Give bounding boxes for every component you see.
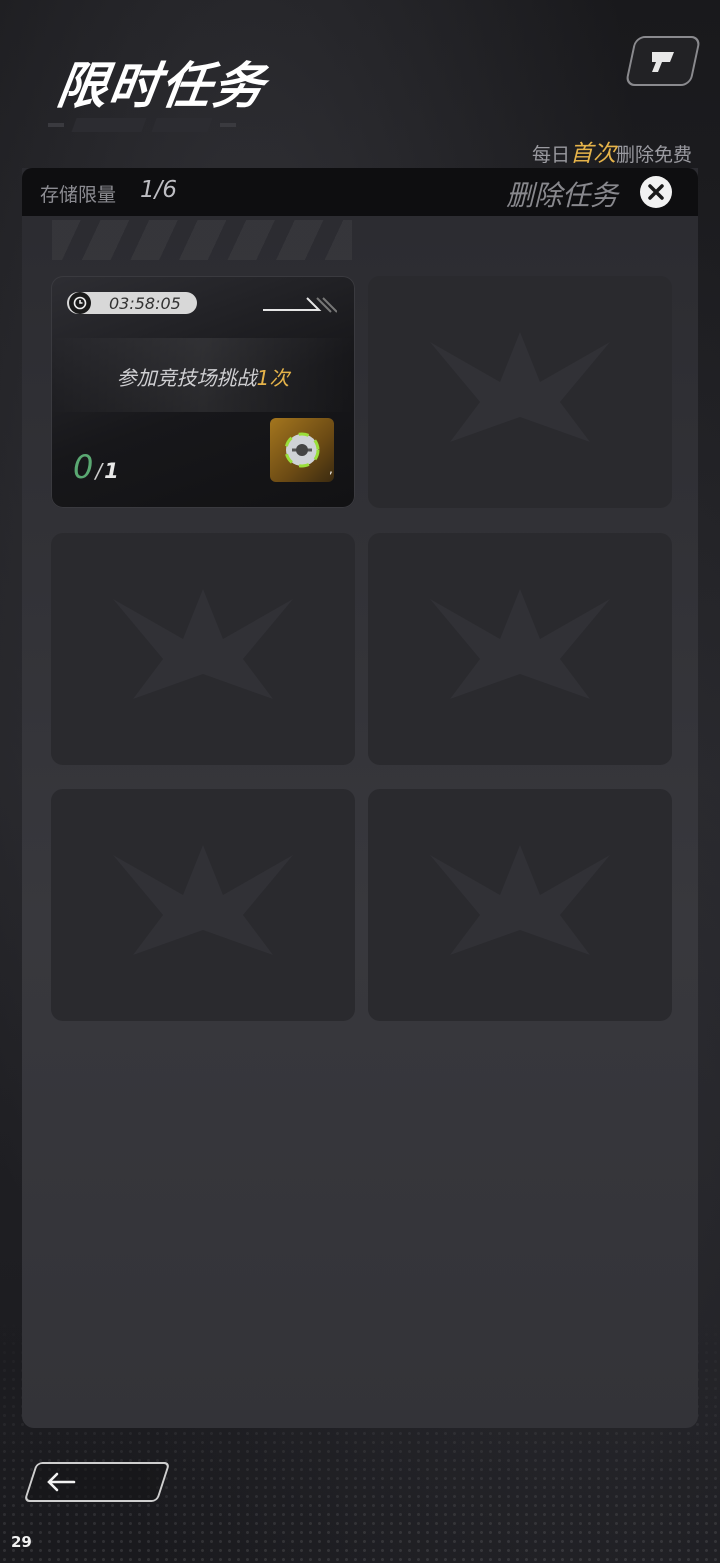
- timer-text: 03:58:05: [109, 293, 181, 313]
- task-card[interactable]: 03:58:05 参加竞技场挑战1次 0/1 ,: [51, 276, 355, 508]
- task-description-highlight: 1次: [256, 366, 290, 390]
- free-note-prefix: 每日: [531, 144, 570, 166]
- help-icon: [652, 52, 674, 72]
- free-note-suffix: 删除免费: [615, 144, 692, 166]
- reward-item[interactable]: [270, 418, 334, 482]
- storage-count: 1/6: [140, 177, 178, 203]
- emblem-watermark: [430, 845, 610, 955]
- panel-header: 存储限量 1/6 删除任务: [22, 168, 698, 216]
- empty-task-slot: [51, 533, 355, 765]
- empty-task-slot: [368, 789, 672, 1021]
- clock-icon: [69, 292, 91, 314]
- page-number: 29: [11, 1533, 32, 1551]
- emblem-watermark: [430, 332, 610, 442]
- timer-badge: 03:58:05: [67, 292, 197, 314]
- emblem-watermark: [113, 845, 293, 955]
- free-delete-note: 每日首次删除免费: [532, 134, 692, 168]
- panel-watermark: [52, 220, 352, 260]
- help-button[interactable]: [624, 36, 702, 86]
- task-progress: 0/1: [73, 448, 119, 486]
- delete-task-label[interactable]: 删除任务: [506, 174, 618, 214]
- page-title: 限时任务: [53, 57, 270, 115]
- back-button[interactable]: [23, 1462, 171, 1502]
- reward-item-icon: [284, 432, 320, 468]
- progress-total: 1: [104, 459, 119, 483]
- empty-task-slot: [368, 276, 672, 508]
- back-arrow-icon: [47, 1472, 76, 1492]
- title-decoration: [48, 116, 306, 134]
- reward-count: ,: [329, 462, 333, 476]
- emblem-watermark: [430, 589, 610, 699]
- empty-task-slot: [368, 533, 672, 765]
- progress-current: 0: [73, 448, 94, 486]
- task-description: 参加竞技场挑战1次: [51, 362, 355, 391]
- free-note-highlight: 首次: [569, 141, 616, 167]
- storage-label: 存储限量: [40, 184, 117, 206]
- progress-separator: /: [95, 459, 103, 483]
- empty-task-slot: [51, 789, 355, 1021]
- emblem-watermark: [113, 589, 293, 699]
- arrow-icon: [263, 297, 337, 313]
- close-icon[interactable]: [640, 176, 672, 208]
- task-description-text: 参加竞技场挑战: [116, 366, 257, 390]
